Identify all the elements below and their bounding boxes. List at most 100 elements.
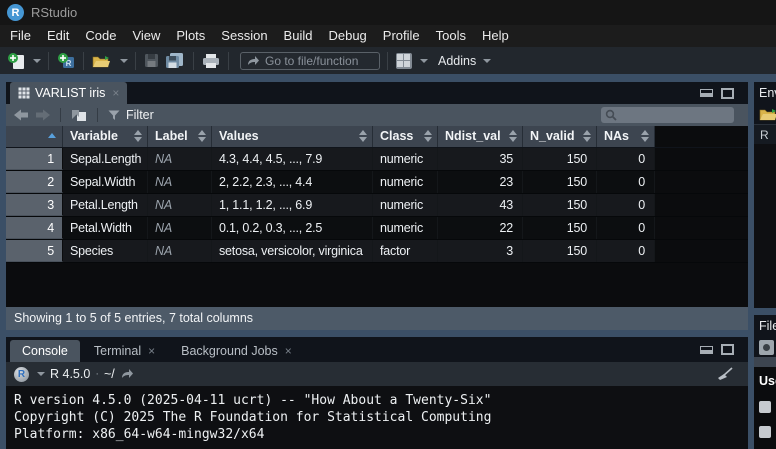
console-tabstrip: Console Terminal × Background Jobs × xyxy=(6,337,748,362)
column-header-n-valid[interactable]: N_valid xyxy=(523,126,597,147)
sort-toggle-icon[interactable] xyxy=(359,130,367,142)
cell-rownum: 1 xyxy=(6,148,63,170)
column-header-ndist-val[interactable]: Ndist_val xyxy=(438,126,523,147)
column-header-nas[interactable]: NAs xyxy=(597,126,655,147)
column-header-values[interactable]: Values xyxy=(212,126,373,147)
column-header-rownum[interactable] xyxy=(6,126,63,147)
menu-build[interactable]: Build xyxy=(276,25,321,47)
tab-background-jobs[interactable]: Background Jobs × xyxy=(169,340,304,362)
save-all-button[interactable] xyxy=(164,50,186,72)
addins-button[interactable]: Addins xyxy=(438,54,476,68)
file-checkbox[interactable] xyxy=(759,401,771,413)
forward-icon[interactable] xyxy=(35,109,50,121)
maximize-icon[interactable] xyxy=(721,88,734,99)
menu-profile[interactable]: Profile xyxy=(375,25,428,47)
tab-files[interactable]: Files xyxy=(759,319,776,333)
row-filler xyxy=(655,240,748,262)
console-pane: Console Terminal × Background Jobs × R xyxy=(6,337,748,449)
sort-toggle-icon[interactable] xyxy=(583,130,591,142)
window-title: RStudio xyxy=(31,5,77,20)
table-row[interactable]: 2 Sepal.Width NA 2, 2.2, 2.3, ..., 4.4 n… xyxy=(6,171,748,194)
r-logo-icon[interactable]: R xyxy=(14,367,29,382)
tab-varlist-iris[interactable]: VARLIST iris × xyxy=(10,82,127,104)
console-line: Copyright (C) 2025 The R Foundation for … xyxy=(14,409,748,426)
tab-terminal[interactable]: Terminal × xyxy=(82,340,167,362)
cell-class: numeric xyxy=(373,171,438,193)
filter-button[interactable]: Filter xyxy=(126,108,154,122)
table-row[interactable]: 3 Petal.Length NA 1, 1.1, 1.2, ..., 6.9 … xyxy=(6,194,748,217)
addins-caret[interactable] xyxy=(483,59,491,63)
open-in-new-window-icon[interactable] xyxy=(71,109,87,122)
menu-help[interactable]: Help xyxy=(474,25,517,47)
cell-ndist-val: 22 xyxy=(438,217,523,239)
new-blank-file-icon[interactable] xyxy=(759,340,774,355)
print-button[interactable] xyxy=(201,50,221,72)
environment-body xyxy=(754,144,776,308)
goto-file-input[interactable] xyxy=(240,52,380,70)
sort-toggle-icon[interactable] xyxy=(134,130,142,142)
menu-view[interactable]: View xyxy=(124,25,168,47)
cell-label: NA xyxy=(148,217,212,239)
cell-nas: 0 xyxy=(597,194,655,216)
goto-directory-icon[interactable] xyxy=(120,368,134,380)
load-workspace-icon[interactable] xyxy=(759,106,776,122)
minimize-icon[interactable] xyxy=(700,346,713,354)
save-button[interactable] xyxy=(143,50,160,72)
file-checkbox[interactable] xyxy=(759,426,771,438)
menu-plots[interactable]: Plots xyxy=(168,25,213,47)
pane-layout-caret[interactable] xyxy=(420,59,428,63)
close-tab-icon[interactable]: × xyxy=(148,344,155,358)
files-toolbar xyxy=(754,337,776,357)
cell-class: numeric xyxy=(373,194,438,216)
sort-toggle-icon[interactable] xyxy=(198,130,206,142)
print-icon xyxy=(202,53,220,69)
table-row[interactable]: 1 Sepal.Length NA 4.3, 4.4, 4.5, ..., 7.… xyxy=(6,148,748,171)
menu-file[interactable]: File xyxy=(2,25,39,47)
new-project-button[interactable]: R xyxy=(56,50,76,72)
tab-environment[interactable]: Envi xyxy=(759,86,776,100)
r-version-dropdown-caret[interactable] xyxy=(37,372,45,376)
toolbar-separator xyxy=(135,52,136,70)
cell-variable: Petal.Length xyxy=(63,194,148,216)
maximize-icon[interactable] xyxy=(721,344,734,355)
environment-language-selector[interactable]: R xyxy=(754,124,776,144)
table-search-input[interactable] xyxy=(617,109,722,121)
clear-console-icon[interactable] xyxy=(716,367,734,381)
column-header-label[interactable]: Label xyxy=(148,126,212,147)
column-label: N_valid xyxy=(530,129,574,143)
pane-layout-icon xyxy=(396,53,412,69)
back-icon[interactable] xyxy=(14,109,29,121)
new-file-button[interactable] xyxy=(6,50,26,72)
table-row[interactable]: 5 Species NA setosa, versicolor, virgini… xyxy=(6,240,748,263)
sort-toggle-icon[interactable] xyxy=(509,130,517,142)
sort-toggle-icon[interactable] xyxy=(641,130,649,142)
column-label: Class xyxy=(380,129,413,143)
cell-class: numeric xyxy=(373,148,438,170)
sort-toggle-icon[interactable] xyxy=(424,130,432,142)
open-file-button[interactable] xyxy=(91,50,113,72)
menu-debug[interactable]: Debug xyxy=(320,25,374,47)
tab-console[interactable]: Console xyxy=(10,340,80,362)
menu-edit[interactable]: Edit xyxy=(39,25,77,47)
console-tab-label: Console xyxy=(22,344,68,358)
pane-layout-button[interactable] xyxy=(395,50,413,72)
table-row[interactable]: 4 Petal.Width NA 0.1, 0.2, 0.3, ..., 2.5… xyxy=(6,217,748,240)
column-label: Ndist_val xyxy=(445,129,501,143)
menu-code[interactable]: Code xyxy=(77,25,124,47)
cell-ndist-val: 23 xyxy=(438,171,523,193)
console-toolbar: R R 4.5.0 · ~/ xyxy=(6,362,748,386)
table-header-filler xyxy=(655,126,748,147)
new-file-dropdown-caret[interactable] xyxy=(33,59,41,63)
open-file-dropdown-caret[interactable] xyxy=(120,59,128,63)
console-output[interactable]: R version 4.5.0 (2025-04-11 ucrt) -- "Ho… xyxy=(6,386,748,449)
files-heading: User xyxy=(759,374,776,388)
column-header-variable[interactable]: Variable xyxy=(63,126,148,147)
working-directory-label[interactable]: ~/ xyxy=(104,367,115,381)
menu-session[interactable]: Session xyxy=(213,25,275,47)
menu-tools[interactable]: Tools xyxy=(428,25,474,47)
viewer-tab-label: VARLIST iris xyxy=(35,86,105,100)
close-tab-icon[interactable]: × xyxy=(112,86,119,100)
close-tab-icon[interactable]: × xyxy=(285,344,292,358)
column-header-class[interactable]: Class xyxy=(373,126,438,147)
minimize-icon[interactable] xyxy=(700,89,713,97)
